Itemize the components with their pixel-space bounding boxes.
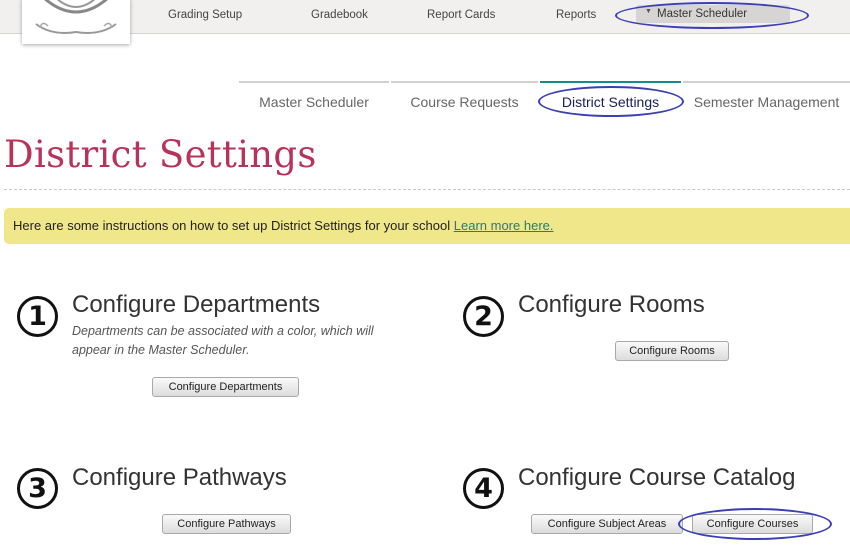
step-1-description: Departments can be associated with a col… [72, 324, 374, 357]
step-4-title: Configure Course Catalog [518, 464, 796, 491]
step-3-number: 3 [17, 468, 58, 509]
tab-course-requests[interactable]: Course Requests [391, 81, 538, 117]
nav-master-scheduler-label: Master Scheduler [657, 8, 748, 20]
nav-grading-setup[interactable]: Grading Setup [168, 9, 242, 21]
configure-courses-button[interactable]: Configure Courses [692, 514, 813, 534]
title-divider [4, 189, 850, 190]
caret-down-icon: ▼ [645, 8, 652, 15]
instructions-banner: Here are some instructions on how to set… [4, 208, 850, 244]
step-3-title: Configure Pathways [72, 464, 287, 491]
step-4-number: 4 [463, 468, 504, 509]
tab-district-settings[interactable]: District Settings [540, 81, 681, 117]
learn-more-link[interactable]: Learn more here. [454, 218, 554, 233]
tab-master-scheduler[interactable]: Master Scheduler [239, 81, 389, 117]
banner-text: Here are some instructions on how to set… [13, 218, 451, 233]
step-1-title: Configure Departments [72, 291, 321, 318]
nav-reports[interactable]: Reports [556, 9, 596, 21]
nav-master-scheduler[interactable]: ▼ Master Scheduler [636, 5, 790, 23]
page-title: District Settings [4, 133, 317, 176]
banner-message: Here are some instructions on how to set… [13, 218, 554, 233]
crest-icon [35, 0, 117, 34]
tab-semester-management[interactable]: Semester Management [683, 81, 850, 117]
configure-subject-areas-button[interactable]: Configure Subject Areas [531, 514, 683, 534]
nav-gradebook[interactable]: Gradebook [311, 9, 368, 21]
top-nav-bar: Grading Setup Gradebook Report Cards Rep… [0, 0, 850, 44]
configure-pathways-button[interactable]: Configure Pathways [162, 514, 291, 534]
step-2-title: Configure Rooms [518, 291, 705, 318]
nav-report-cards[interactable]: Report Cards [427, 9, 495, 21]
step-1-number: 1 [17, 296, 58, 337]
configure-departments-button[interactable]: Configure Departments [152, 377, 299, 397]
step-2-number: 2 [463, 296, 504, 337]
school-logo[interactable] [22, 0, 130, 44]
configure-rooms-button[interactable]: Configure Rooms [615, 341, 729, 361]
